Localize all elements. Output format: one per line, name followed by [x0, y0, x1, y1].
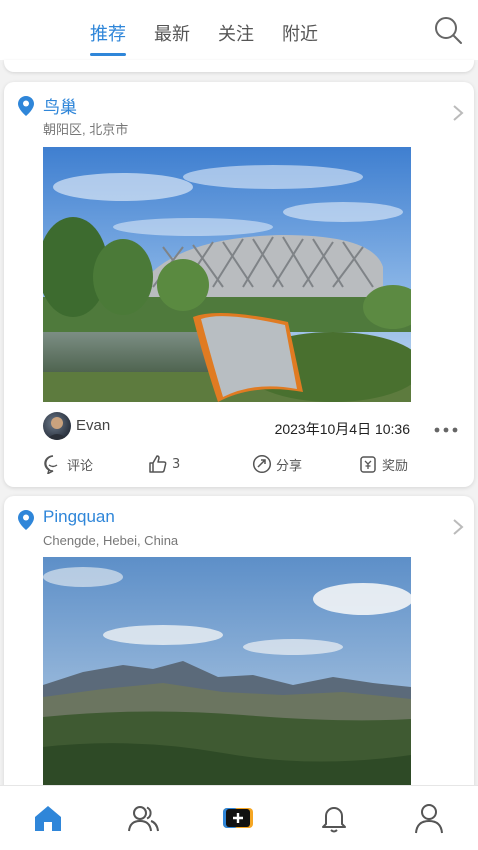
- place-location: Chengde, Hebei, China: [43, 533, 179, 548]
- comment-button[interactable]: 评论: [43, 452, 93, 476]
- tab-following[interactable]: 关注: [218, 0, 254, 60]
- post-datetime: 2023年10月4日 10:36: [274, 421, 410, 437]
- chevron-right-icon[interactable]: [452, 518, 464, 536]
- chevron-right-icon[interactable]: [452, 104, 464, 122]
- share-button[interactable]: 分享: [252, 452, 302, 476]
- post-photo[interactable]: [43, 147, 411, 402]
- home-icon[interactable]: [32, 802, 64, 834]
- author-name[interactable]: Evan: [76, 417, 110, 434]
- post-photo[interactable]: [43, 557, 411, 816]
- notifications-icon[interactable]: [318, 802, 350, 834]
- place-location: 朝阳区, 北京市: [43, 122, 129, 137]
- avatar[interactable]: [43, 412, 71, 440]
- profile-icon[interactable]: [413, 802, 445, 834]
- comment-label: 评论: [67, 458, 94, 474]
- feed-tabs: 推荐 最新 关注 附近: [90, 0, 346, 60]
- like-button[interactable]: 3: [148, 452, 180, 476]
- post-card: Pingquan Chengde, Hebei, China: [4, 496, 474, 816]
- post-actions: 评论 3 分享 奖励: [43, 452, 443, 476]
- thumbs-up-icon: [149, 455, 167, 473]
- comment-icon: [44, 455, 58, 474]
- place-name[interactable]: Pingquan: [43, 507, 115, 527]
- tab-recommended[interactable]: 推荐: [90, 0, 126, 60]
- post-meta: Evan 2023年10月4日 10:36: [43, 412, 463, 442]
- tab-latest[interactable]: 最新: [154, 0, 190, 60]
- share-label: 分享: [276, 458, 303, 474]
- share-icon: [252, 454, 272, 474]
- tab-nearby[interactable]: 附近: [282, 0, 318, 60]
- search-icon[interactable]: [432, 14, 464, 46]
- reward-icon: [360, 456, 376, 473]
- friends-icon[interactable]: [127, 802, 159, 834]
- place-name[interactable]: 鸟巢: [43, 93, 77, 118]
- like-count: 3: [172, 456, 181, 472]
- reward-label: 奖励: [382, 458, 409, 474]
- post-card: 鸟巢 朝阳区, 北京市 Evan 2023年10月4日 10:36 评论 3 分…: [4, 82, 474, 487]
- more-horizontal-icon[interactable]: [434, 420, 458, 433]
- previous-post-card: [4, 60, 474, 72]
- reward-button[interactable]: 奖励: [358, 452, 408, 476]
- top-bar: 推荐 最新 关注 附近: [0, 0, 478, 60]
- location-pin-icon: [18, 96, 34, 116]
- create-post-icon[interactable]: [222, 802, 254, 834]
- location-pin-icon: [18, 510, 34, 530]
- bottom-nav: [0, 785, 478, 850]
